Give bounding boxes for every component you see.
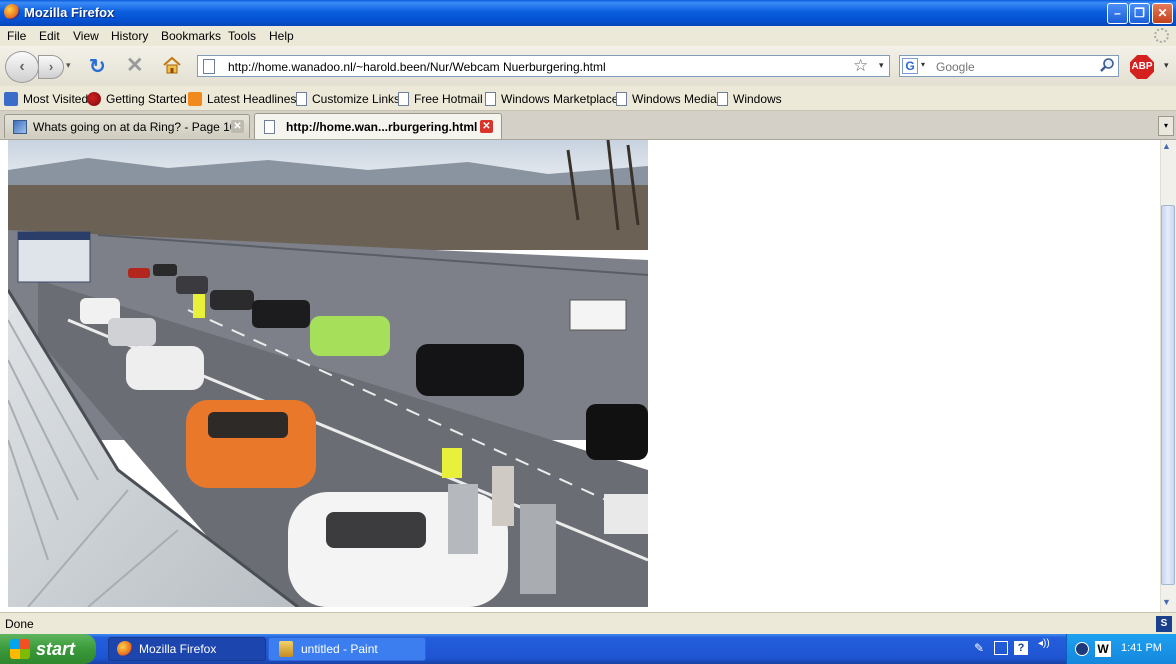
system-tray: W 1:41 PM [1066,634,1176,664]
paint-icon [279,641,293,657]
search-input[interactable] [934,59,1098,75]
site-favicon-icon [13,119,27,134]
taskbar-item-paint[interactable]: untitled - Paint [268,637,426,661]
menu-view[interactable]: View [73,29,99,43]
clock[interactable]: 1:41 PM [1121,642,1162,654]
status-bar: Done S [0,612,1176,635]
bookmark-free-hotmail[interactable]: Free Hotmail [398,91,483,107]
rss-icon [188,92,202,106]
firefox-logo-icon [4,4,20,20]
volume-tray-icon[interactable]: ◂)) [1038,638,1050,649]
bookmark-getting-started[interactable]: Getting Started [87,91,187,107]
addon-status-icon[interactable]: S [1156,616,1172,632]
firefox-icon [87,92,101,106]
bookmark-windows-marketplace[interactable]: Windows Marketplace [485,91,618,107]
status-text: Done [5,617,34,631]
url-input[interactable] [226,59,840,75]
bookmark-customize-links[interactable]: Customize Links [296,91,400,107]
pen-tray-icon[interactable]: ✎ [974,641,988,655]
tab-close-icon[interactable]: ✕ [231,120,244,133]
menu-edit[interactable]: Edit [39,29,60,43]
window-title: Mozilla Firefox [24,5,115,20]
restore-button[interactable]: ❐ [1129,3,1150,24]
windows-logo-icon [10,639,30,659]
menu-help[interactable]: Help [269,29,294,43]
search-bar[interactable]: G ▾ [899,55,1119,77]
taskbar-item-firefox[interactable]: Mozilla Firefox [108,637,266,661]
menu-bar: File Edit View History Bookmarks Tools H… [0,26,1176,46]
firefox-logo-icon [117,641,133,657]
bookmark-star-icon[interactable]: ☆ [853,56,868,76]
throbber-icon [1154,28,1169,43]
webcam-image [8,140,648,607]
engine-dropdown-icon[interactable]: ▾ [921,60,925,69]
scrollbar-thumb[interactable] [1161,205,1175,585]
menu-bookmarks[interactable]: Bookmarks [161,29,221,43]
url-dropdown-icon[interactable]: ▾ [879,60,884,71]
page-icon [485,92,496,106]
tab-forum-thread[interactable]: Whats going on at da Ring? - Page 10 -..… [4,114,250,138]
menu-file[interactable]: File [7,29,26,43]
tab-webcam-page[interactable]: http://home.wan...rburgering.html ✕ [254,113,502,139]
forward-button[interactable]: › [38,55,64,79]
page-icon [717,92,728,106]
scroll-up-icon[interactable]: ▲ [1162,141,1171,151]
google-engine-icon[interactable]: G [902,58,918,74]
most-visited-icon [4,92,18,106]
minimize-button[interactable]: – [1107,3,1128,24]
bookmark-latest-headlines[interactable]: Latest Headlines [188,91,296,107]
start-button[interactable]: start [0,634,96,664]
search-icon[interactable] [1099,57,1115,73]
bookmark-most-visited[interactable]: Most Visited [4,91,88,107]
page-icon [296,92,307,106]
title-bar[interactable]: Mozilla Firefox – ❐ ✕ [0,0,1176,26]
history-dropdown-icon[interactable]: ▾ [66,60,71,71]
bookmark-windows-media[interactable]: Windows Media [616,91,717,107]
tab-close-icon[interactable]: ✕ [480,120,493,133]
page-icon [398,92,409,106]
stop-icon[interactable]: ✕ [126,53,144,78]
scroll-down-icon[interactable]: ▼ [1162,597,1171,607]
url-bar[interactable]: ☆ ▾ [197,55,890,77]
adblock-dropdown-icon[interactable]: ▾ [1164,60,1169,71]
tab-list-dropdown-icon[interactable]: ▾ [1158,116,1174,136]
help-tray-icon[interactable]: ? [1014,641,1028,655]
menu-tools[interactable]: Tools [228,29,256,43]
page-icon [203,59,215,74]
network-tray-icon[interactable] [994,641,1008,655]
page-icon [616,92,627,106]
winamp-tray-icon[interactable]: W [1095,641,1111,657]
page-content [0,140,1160,612]
bookmark-windows[interactable]: Windows [717,91,782,107]
home-icon[interactable] [162,55,182,75]
menu-history[interactable]: History [111,29,148,43]
sync-tray-icon[interactable] [1075,642,1089,656]
close-button[interactable]: ✕ [1152,3,1173,24]
page-icon [264,119,275,134]
back-button[interactable]: ‹ [5,51,39,83]
reload-icon[interactable]: ↻ [89,54,106,79]
